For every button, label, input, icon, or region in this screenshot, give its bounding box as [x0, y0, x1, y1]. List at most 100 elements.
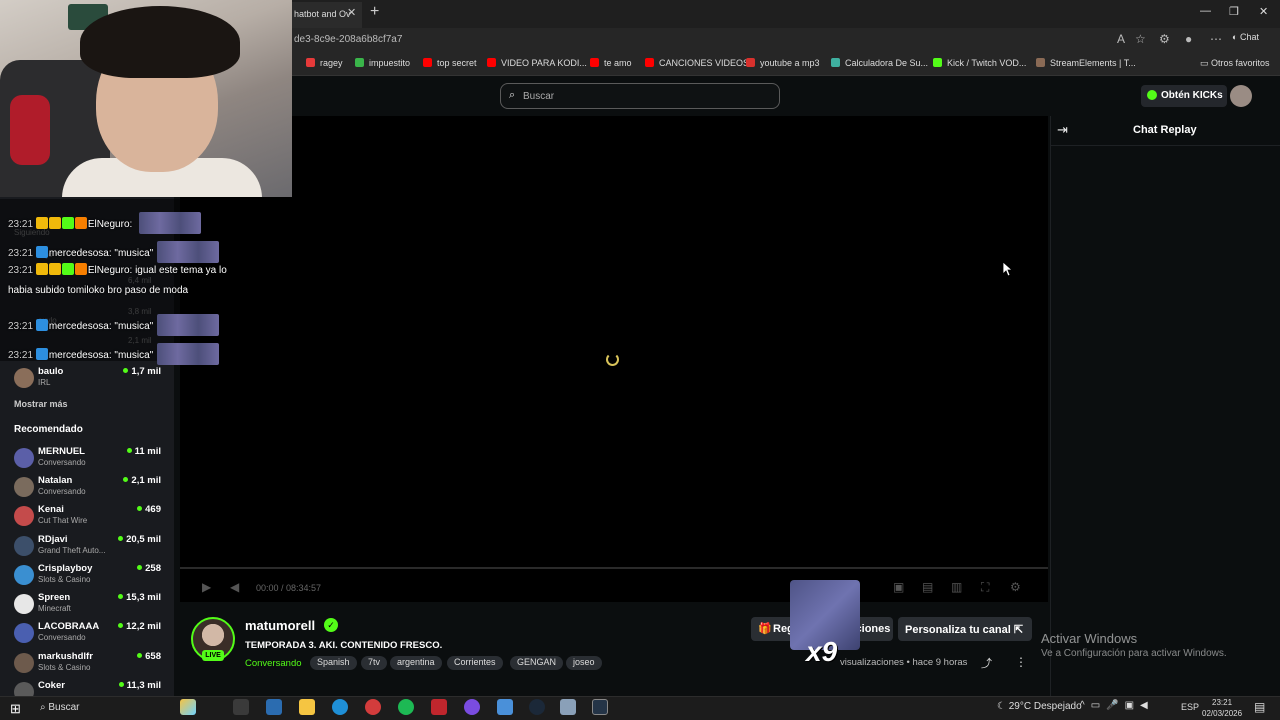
channel-name[interactable]: matumorell — [245, 618, 315, 633]
profile-icon[interactable]: ● — [1185, 32, 1192, 46]
channel-category: Cut That Wire — [38, 516, 88, 525]
channel-avatar — [14, 594, 34, 614]
clock-time: 23:21 — [1212, 698, 1233, 707]
overlay-chat-message: habia subido tomiloko bro paso de moda — [8, 285, 188, 296]
stream-category[interactable]: Conversando — [245, 658, 302, 669]
maximize-icon[interactable]: ❐ — [1229, 5, 1239, 18]
live-dot-icon — [123, 477, 129, 482]
app2-icon[interactable] — [560, 699, 576, 715]
stream-tag[interactable]: Spanish — [310, 656, 357, 670]
live-dot-icon — [126, 448, 132, 453]
url-text[interactable]: de3-8c9e-208a6b8cf7a7 — [294, 34, 402, 45]
sidebar-channel-item[interactable]: Natalan Conversando 2,1 mil — [14, 475, 164, 503]
windows-start-icon[interactable]: ⊞ — [10, 701, 21, 717]
bookmark-item[interactable]: top secret — [423, 58, 477, 68]
sidebar-channel-item[interactable]: baulo IRL 1,7 mil — [14, 366, 164, 394]
volume-icon[interactable]: ◀ — [230, 580, 239, 594]
stream-tag[interactable]: joseo — [566, 656, 602, 670]
more-menu-icon[interactable]: ⋯ — [1210, 32, 1222, 46]
sidebar-channel-item[interactable]: markushdlfr Slots & Casino 658 — [14, 651, 164, 679]
window-close-icon[interactable]: ✕ — [1259, 5, 1268, 18]
bookmark-item[interactable]: youtube a mp3 — [746, 58, 820, 68]
bookmark-item[interactable]: te amo — [590, 58, 632, 68]
sidebar-channel-item[interactable]: Kenai Cut That Wire 469 — [14, 504, 164, 532]
edge-icon[interactable] — [332, 699, 348, 715]
customize-channel-button[interactable]: Personaliza tu canal ⇱ — [898, 617, 1032, 641]
notifications-icon[interactable]: ▤ — [1254, 700, 1265, 714]
extensions-icon[interactable]: ⚙ — [1159, 32, 1170, 46]
other-favorites[interactable]: ▭ Otros favoritos — [1200, 58, 1270, 69]
bookmark-item[interactable]: StreamElements | T... — [1036, 58, 1136, 68]
bookmark-item[interactable]: VIDEO PARA KODI... — [487, 58, 587, 68]
video-progress-bar[interactable] — [180, 567, 1048, 569]
channel-name: Coker — [38, 680, 65, 691]
read-aloud-icon[interactable]: A — [1117, 32, 1125, 46]
windows-activation-title: Activar Windows — [1041, 631, 1138, 646]
stream-tag[interactable]: 7tv — [361, 656, 388, 670]
channel-name: LACOBRAAA — [38, 621, 100, 632]
video-app-icon[interactable] — [431, 699, 447, 715]
favorite-star-icon[interactable]: ☆ — [1135, 32, 1146, 46]
stream-tag[interactable]: Corrientes — [447, 656, 503, 670]
message-username: ElNeguro: — [87, 219, 133, 230]
bookmark-item[interactable]: ragey — [306, 58, 343, 68]
bookmark-favicon-icon — [831, 58, 840, 67]
viewer-count: 15,3 mil — [118, 592, 161, 603]
settings-gear-icon[interactable]: ⚙ — [1010, 580, 1021, 594]
share-icon[interactable]: ⤴ — [981, 655, 992, 671]
minimize-icon[interactable]: — — [1200, 5, 1211, 17]
new-tab-icon[interactable]: + — [370, 3, 379, 21]
clip-icon[interactable]: ▤ — [922, 580, 933, 594]
sidebar-channel-item[interactable]: LACOBRAAA Conversando 12,2 mil — [14, 621, 164, 649]
weather-widget[interactable]: ☾ 29°C Despejado — [997, 701, 1082, 712]
fullscreen-icon[interactable]: ⛶ — [981, 580, 989, 595]
tab-close-icon[interactable]: ✕ — [347, 6, 356, 19]
more-options-icon[interactable]: ⋮ — [1015, 655, 1027, 669]
bookmark-item[interactable]: CANCIONES VIDEOS — [645, 58, 749, 68]
sidebar-channel-item[interactable]: MERNUEL Conversando 11 mil — [14, 446, 164, 474]
bookmark-favicon-icon — [423, 58, 432, 67]
stream-tag[interactable]: GENGAN — [510, 656, 564, 670]
channel-category: Conversando — [38, 633, 86, 642]
app-icon[interactable] — [365, 699, 381, 715]
play-icon[interactable]: ▶ — [202, 580, 211, 594]
channel-avatar — [14, 565, 34, 585]
search-input[interactable] — [523, 86, 763, 106]
file-explorer-icon[interactable] — [299, 699, 315, 715]
message-username: mercedesosa: — [48, 248, 112, 259]
terminal-icon[interactable] — [592, 699, 608, 715]
spotify-icon[interactable] — [398, 699, 414, 715]
theater-mode-icon[interactable]: ▥ — [951, 580, 962, 594]
overlay-chat-message: 23:21 ElNeguro: igual este tema ya lo — [8, 263, 227, 276]
language-indicator[interactable]: ESP — [1181, 702, 1199, 712]
edge-dev-icon[interactable] — [266, 699, 282, 715]
viewer-count: 658 — [137, 651, 161, 662]
sidebar-channel-item[interactable]: Spreen Minecraft 15,3 mil — [14, 592, 164, 620]
system-tray-icons[interactable]: ^▭🎤▣◀ — [1080, 700, 1154, 711]
taskbar-clock[interactable]: 23:21 02/03/2026 — [1202, 697, 1242, 719]
sidebar-channel-item[interactable]: Crisplayboy Slots & Casino 258 — [14, 563, 164, 591]
discord-icon[interactable] — [464, 699, 480, 715]
chat-title: Chat Replay — [1133, 124, 1197, 136]
copilot-chat-button[interactable]: ◐ Chat — [1232, 32, 1259, 49]
show-more-link[interactable]: Mostrar más — [14, 399, 68, 409]
user-avatar[interactable] — [1230, 85, 1252, 107]
copilot-icon[interactable] — [180, 699, 196, 715]
collapse-chat-icon[interactable]: ⇥ — [1057, 122, 1068, 138]
steam-icon[interactable] — [529, 699, 545, 715]
bookmark-item[interactable]: impuestito — [355, 58, 410, 68]
channel-category: IRL — [38, 378, 51, 387]
message-text: igual este tema ya lo — [135, 265, 227, 276]
sidebar-channel-item[interactable]: RDjavi Grand Theft Auto... 20,5 mil — [14, 534, 164, 562]
chat-replay-panel — [1050, 116, 1280, 696]
chat-badge-icon — [35, 246, 48, 258]
miniplayer-icon[interactable]: ▣ — [893, 580, 904, 594]
bookmark-item[interactable]: Kick / Twitch VOD... — [933, 58, 1026, 68]
taskbar-search[interactable]: ⌕ Buscar — [40, 702, 80, 713]
task-view-icon[interactable] — [233, 699, 249, 715]
bookmark-favicon-icon — [1036, 58, 1045, 67]
stream-tag[interactable]: argentina — [390, 656, 442, 670]
bookmark-item[interactable]: Calculadora De Su... — [831, 58, 928, 68]
live-dot-icon — [118, 594, 124, 599]
edge-beta-icon[interactable] — [497, 699, 513, 715]
